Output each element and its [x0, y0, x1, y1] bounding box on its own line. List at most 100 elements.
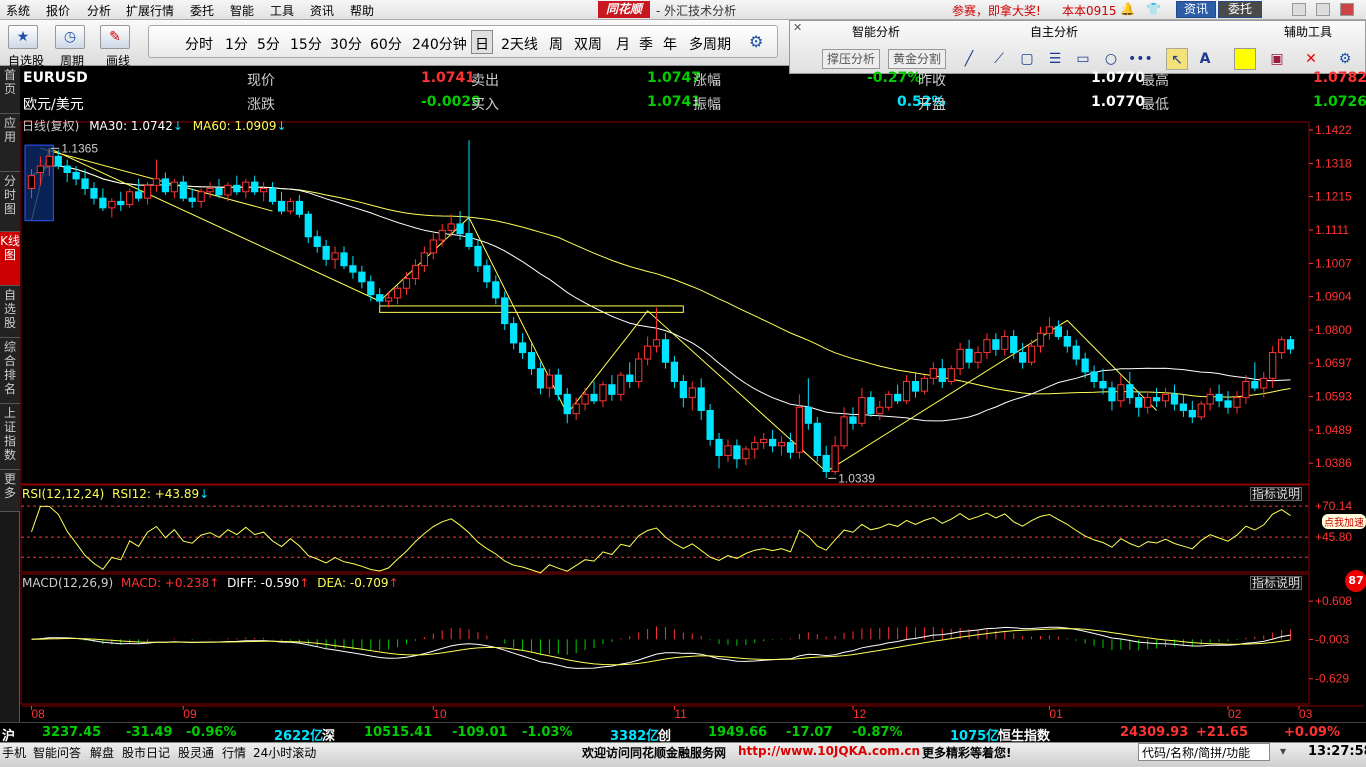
chart-frames [20, 121, 1364, 707]
menu-tools[interactable]: 工具 [270, 2, 294, 19]
cursor-tool-icon[interactable]: ↖ [1166, 48, 1188, 70]
nav-kline[interactable]: K线图 [0, 232, 20, 286]
nav-sh-index[interactable]: 上证指数 [0, 404, 20, 470]
menu-help[interactable]: 帮助 [350, 2, 374, 19]
nav-home[interactable]: 首页 [0, 66, 20, 114]
menu-news[interactable]: 资讯 [310, 2, 334, 19]
candle-down [1170, 393, 1179, 405]
candle-up [206, 188, 214, 193]
candle-down [188, 197, 196, 202]
bottom-jiepan[interactable]: 解盘 [90, 744, 114, 761]
bottom-mobile[interactable]: 手机 [2, 744, 26, 761]
nav-apps[interactable]: 应用 [0, 114, 20, 172]
fib-tool-icon[interactable]: ☰ [1044, 48, 1066, 70]
period-5m[interactable]: 5分 [257, 34, 280, 54]
label-bid: 买入 [471, 97, 499, 113]
trade-button[interactable]: 委托 [1218, 1, 1262, 18]
period-15m[interactable]: 15分 [290, 34, 322, 54]
period-240m[interactable]: 240分钟 [412, 34, 467, 54]
kline-mode[interactable]: 日线(复权) [22, 119, 79, 133]
candle-up [840, 416, 848, 447]
support-resistance-button[interactable]: 撑压分析 [822, 49, 881, 69]
nav-more[interactable]: 更多 [0, 470, 20, 512]
minimize-icon[interactable] [1292, 3, 1306, 16]
period-2day[interactable]: 2天线 [501, 34, 538, 54]
rsi-help-button[interactable]: 指标说明 [1250, 487, 1302, 501]
bell-icon[interactable]: 🔔 [1120, 2, 1135, 16]
period-year[interactable]: 年 [663, 34, 677, 54]
left-nav: 首页 应用 分时图 K线图 自选股 综合排名 上证指数 更多 [0, 66, 20, 741]
save-template-icon[interactable]: ▣ [1266, 48, 1288, 70]
label-amplitude: 振幅 [693, 97, 721, 113]
golden-section-button[interactable]: 黄金分割 [888, 49, 947, 69]
menu-analysis[interactable]: 分析 [87, 2, 111, 19]
candle-down [465, 233, 473, 247]
bottom-qa[interactable]: 智能问答 [33, 744, 81, 761]
x-tick-label: 03 [1299, 707, 1313, 721]
candle-down [1179, 403, 1188, 411]
bottom-hangqing[interactable]: 行情 [222, 744, 246, 761]
draw-pen-icon[interactable]: ✎ [100, 25, 130, 49]
delete-tool-icon[interactable]: ✕ [1300, 48, 1322, 70]
ray-tool-icon[interactable]: ⟋ [988, 48, 1010, 70]
search-dropdown-icon[interactable]: ▾ [1280, 744, 1286, 758]
bottom-24h[interactable]: 24小时滚动 [253, 744, 316, 761]
menu-trade[interactable]: 委托 [190, 2, 214, 19]
promo-link[interactable]: 参赛，即拿大奖! [952, 2, 1041, 19]
news-button[interactable]: 资讯 [1176, 1, 1216, 18]
period-multi[interactable]: 多周期 [689, 34, 731, 54]
menu-system[interactable]: 系统 [6, 2, 30, 19]
nav-watchlist[interactable]: 自选股 [0, 286, 20, 338]
candle-down [1224, 400, 1232, 408]
settings-gear-icon[interactable]: ⚙ [749, 32, 763, 51]
macd-help-button[interactable]: 指标说明 [1250, 576, 1302, 590]
period-week[interactable]: 周 [549, 34, 563, 54]
period-fenshi[interactable]: 分时 [185, 34, 213, 54]
menu-ext-quotes[interactable]: 扩展行情 [126, 2, 174, 19]
period-day[interactable]: 日 [475, 34, 489, 54]
line-tool-icon[interactable]: ╱ [958, 48, 980, 70]
nav-timeshare[interactable]: 分时图 [0, 172, 20, 232]
panel-close-icon[interactable]: ✕ [793, 21, 802, 34]
selection-box [24, 144, 54, 222]
menu-smart[interactable]: 智能 [230, 2, 254, 19]
macd-name[interactable]: MACD(12,26,9) [22, 576, 113, 590]
text-tool-icon[interactable]: A [1194, 48, 1216, 70]
search-input[interactable]: 代码/名称/简拼/功能 [1138, 743, 1270, 761]
index-status-bar: 沪 3237.45 -31.49 -0.96% 2622亿 深 10515.41… [0, 722, 1366, 744]
candle-up [643, 345, 652, 360]
watchlist-star-icon[interactable]: ★ [8, 25, 38, 49]
speed-num-badge[interactable]: 87 [1345, 570, 1366, 592]
period-season[interactable]: 季 [639, 34, 653, 54]
nav-ranking[interactable]: 综合排名 [0, 338, 20, 404]
rectangle-icon[interactable]: ▭ [1072, 48, 1094, 70]
bottom-guling[interactable]: 股灵通 [178, 744, 214, 761]
label-open: 开盘 [918, 97, 946, 113]
toolbar-label-period: 周期 [60, 54, 85, 68]
speedup-badge[interactable]: 点我加速 [1322, 514, 1366, 529]
color-picker-icon[interactable] [1234, 48, 1256, 70]
bottom-diary[interactable]: 股市日记 [122, 744, 170, 761]
shirt-icon[interactable]: 👕 [1146, 2, 1161, 16]
rsi-name[interactable]: RSI(12,12,24) [22, 487, 104, 501]
rect-tool-icon[interactable]: ▢ [1016, 48, 1038, 70]
candle-down [295, 200, 303, 215]
period-60m[interactable]: 60分 [370, 34, 402, 54]
version-label[interactable]: 本本0915 [1062, 2, 1117, 19]
candle-down [1152, 397, 1161, 402]
period-30m[interactable]: 30分 [330, 34, 362, 54]
candle-down [1081, 358, 1089, 373]
candle-down [554, 374, 562, 395]
menu-quotes[interactable]: 报价 [46, 2, 70, 19]
circle-tool-icon[interactable]: ○ [1100, 48, 1122, 70]
period-month[interactable]: 月 [616, 34, 630, 54]
period-1m[interactable]: 1分 [225, 34, 248, 54]
panel-settings-icon[interactable]: ⚙ [1334, 48, 1356, 70]
period-clock-icon[interactable]: ◷ [55, 25, 85, 49]
more-icon[interactable]: ••• [1128, 48, 1153, 70]
maximize-icon[interactable] [1316, 3, 1330, 16]
candle-down [1286, 339, 1295, 350]
period-2week[interactable]: 双周 [574, 34, 602, 54]
website-link[interactable]: http://www.10JQKA.com.cn [738, 744, 920, 758]
close-icon[interactable] [1340, 3, 1354, 16]
